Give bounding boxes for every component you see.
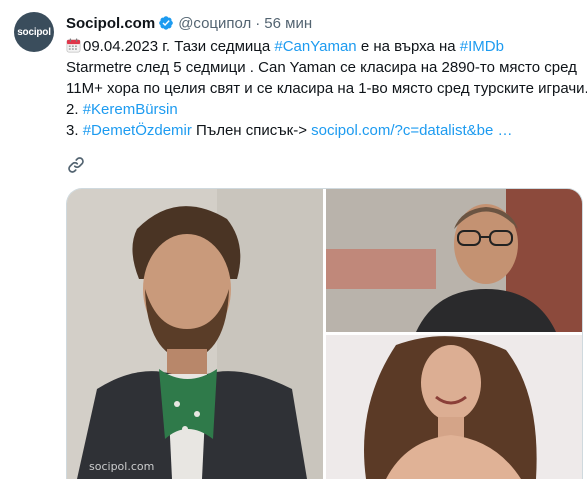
account-name[interactable]: Socipol.com [66, 15, 155, 32]
photo-bottom-right-illustration [326, 335, 582, 479]
calendar-icon [66, 38, 81, 53]
avatar[interactable]: socipol [14, 12, 54, 52]
verified-badge-icon [159, 16, 174, 30]
photo-bottom-right[interactable] [326, 335, 582, 479]
tweet-line-3: 11M+ хора по целия свят и се класира на … [66, 80, 587, 97]
tweet[interactable]: socipol Socipol.com @соципол · 56 мин 09… [0, 0, 587, 479]
tweet-text: 09.04.2023 г. Тази седмица #CanYaman е н… [66, 36, 587, 141]
tweet-line-4: 2. #KeremBürsin [66, 99, 581, 120]
line4-prefix: 2. [66, 101, 83, 118]
photo-main-illustration [67, 189, 323, 479]
tweet-line-2: Starmetre след 5 седмици . Can Yaman се … [66, 59, 577, 76]
avatar-text: socipol [17, 26, 51, 38]
hashtag-canyaman[interactable]: #CanYaman [274, 38, 356, 55]
photo-main[interactable]: socipol.com [67, 189, 323, 479]
hashtag-demetozdemir[interactable]: #DemetÖzdemir [83, 122, 192, 139]
tweet-line-1: 09.04.2023 г. Тази седмица #CanYaman е н… [66, 36, 581, 57]
external-link[interactable]: socipol.com/?c=datalist&be … [311, 122, 512, 139]
line5-prefix: 3. [66, 122, 83, 139]
photo-top-right-illustration [326, 189, 582, 332]
tweet-header: Socipol.com @соципол · 56 мин [66, 12, 312, 34]
media-grid: socipol.com [66, 188, 583, 479]
line5-text: Пълен списък-> [191, 122, 312, 139]
photo-top-right[interactable] [326, 189, 582, 332]
watermark: socipol.com [89, 460, 155, 473]
date-text: 09.04.2023 г. Тази седмица [83, 38, 275, 55]
separator: · [255, 14, 261, 32]
hashtag-kerembursin[interactable]: #KeremBürsin [83, 101, 178, 118]
line1-mid-text: е на върха на [356, 38, 460, 55]
tweet-time[interactable]: 56 мин [264, 15, 312, 32]
hashtag-imdb[interactable]: #IMDb [460, 38, 504, 55]
tweet-line-5: 3. #DemetÖzdemir Пълен списък-> socipol.… [66, 120, 581, 141]
link-icon[interactable] [66, 155, 86, 175]
account-handle[interactable]: @соципол [178, 15, 251, 32]
